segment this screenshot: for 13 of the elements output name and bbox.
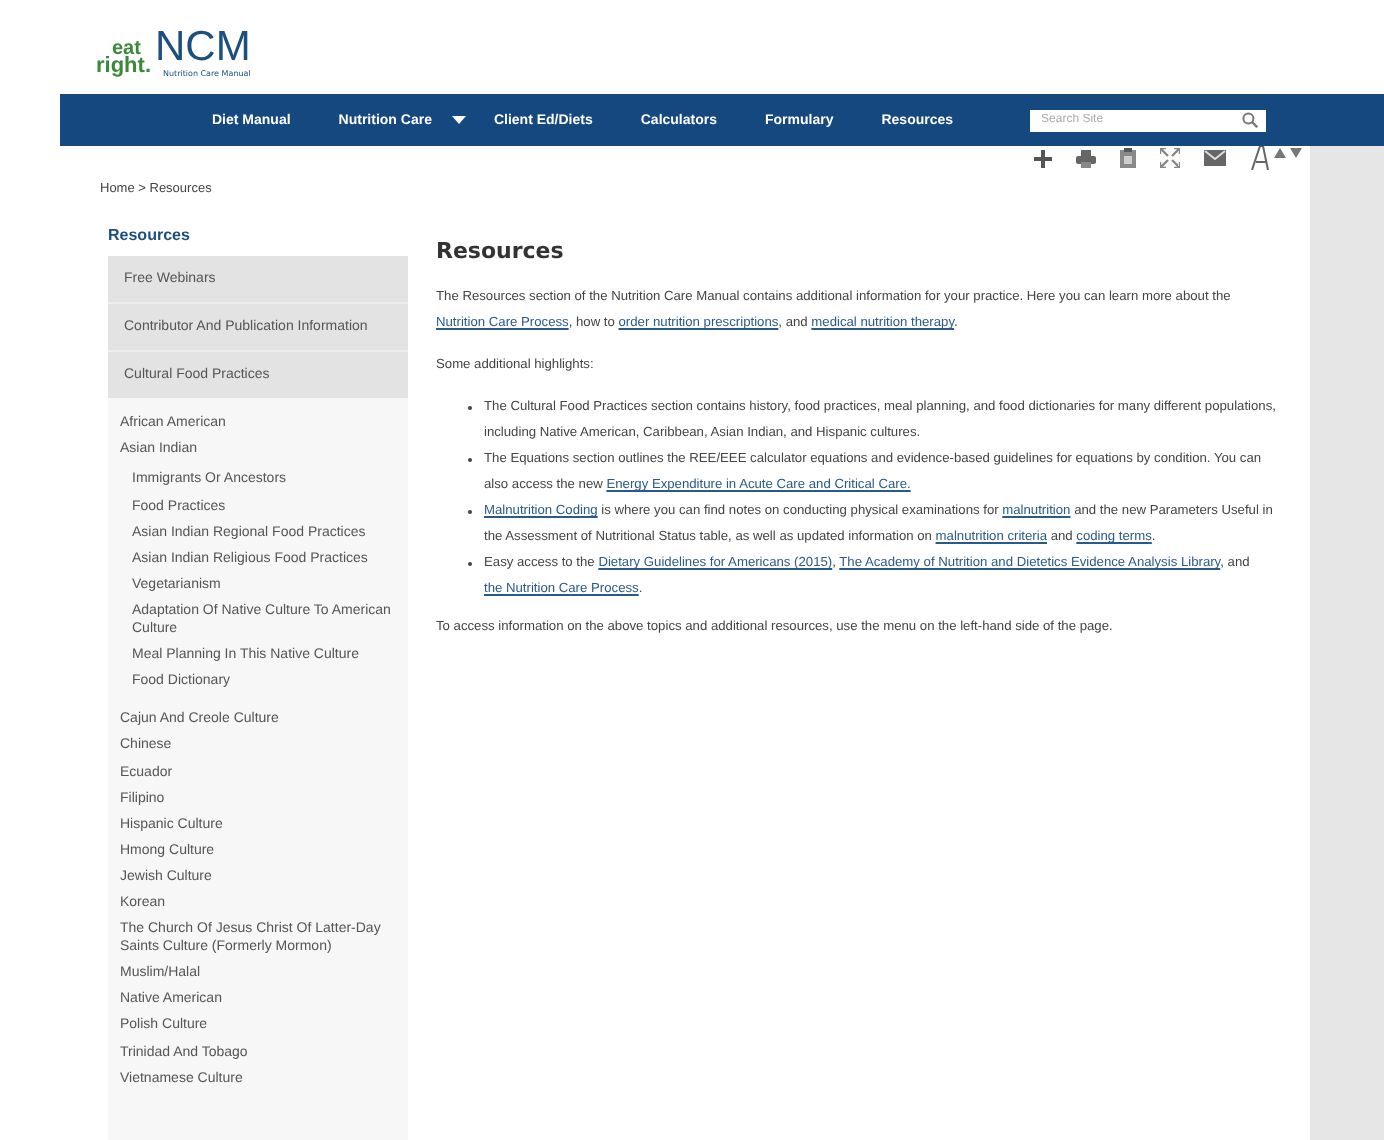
envelope-icon[interactable] (1204, 150, 1226, 166)
search-icon[interactable] (1241, 112, 1258, 128)
page-title: Resources (436, 238, 566, 264)
plus-icon[interactable] (1034, 149, 1052, 167)
expand-icon[interactable] (1160, 148, 1180, 168)
logo-title: NCM (155, 25, 251, 67)
print-icon[interactable] (1076, 149, 1096, 167)
logo-text: eat (112, 41, 141, 59)
clipboard-icon[interactable] (1120, 148, 1136, 168)
font-size-icon[interactable] (1250, 146, 1302, 170)
sidebar-title: Resources (108, 214, 408, 256)
logo-text: right. (96, 58, 151, 77)
caret-icon[interactable] (451, 116, 466, 124)
